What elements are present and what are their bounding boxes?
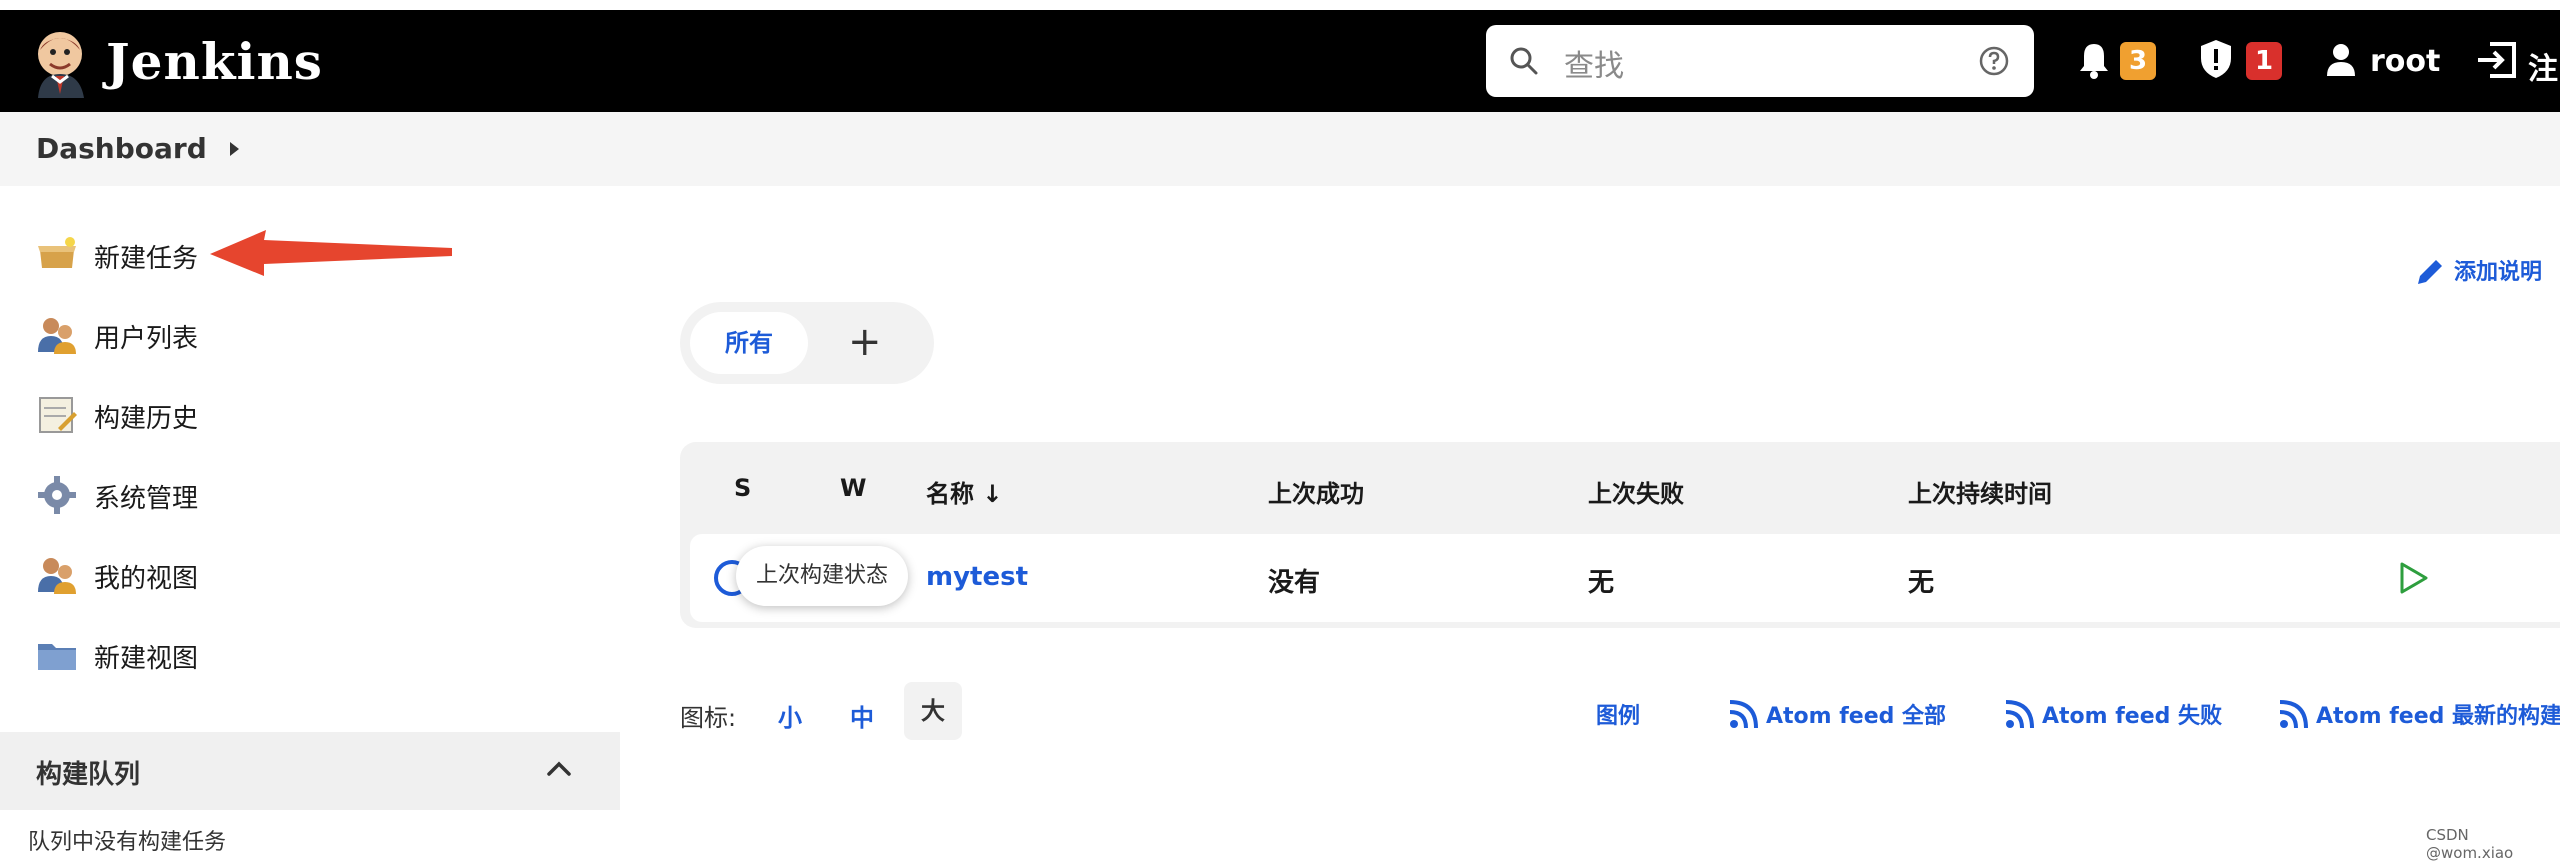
- atom-feed-all-label: Atom feed 全部: [1766, 704, 1947, 729]
- sidebar-item-label: 我的视图: [94, 564, 199, 594]
- security-count-badge[interactable]: 1: [2246, 42, 2282, 80]
- bell-icon[interactable]: [2076, 40, 2112, 80]
- top-strip: [0, 0, 2560, 10]
- tab-all[interactable]: 所有: [690, 312, 808, 374]
- search-input[interactable]: 查找: [1564, 41, 1624, 85]
- sidebar-item-label: 系统管理: [94, 484, 199, 514]
- logout-link[interactable]: 注: [2528, 44, 2558, 88]
- rss-icon: [1729, 700, 1758, 729]
- sidebar-item-label: 新建任务: [94, 244, 199, 274]
- folder-icon: [38, 644, 76, 670]
- sidebar-item-build-history[interactable]: 构建历史: [36, 386, 556, 446]
- legend-link[interactable]: 图例: [1596, 698, 1640, 730]
- sidebar-item-label: 新建视图: [94, 644, 199, 674]
- build-queue-title: 构建队列: [36, 760, 141, 790]
- user-name-link[interactable]: root: [2370, 44, 2440, 79]
- build-queue-header[interactable]: 构建队列: [0, 732, 620, 810]
- view-tabs: 所有 +: [680, 302, 934, 384]
- jenkins-logo-icon[interactable]: [30, 28, 92, 98]
- column-header-status[interactable]: S: [734, 474, 751, 502]
- breadcrumb-dropdown-icon[interactable]: [230, 142, 239, 156]
- breadcrumb-dashboard[interactable]: Dashboard: [36, 132, 207, 165]
- play-icon[interactable]: [2396, 560, 2430, 596]
- atom-feed-failed-label: Atom feed 失败: [2042, 704, 2223, 729]
- logout-icon[interactable]: [2476, 40, 2518, 80]
- column-header-weather[interactable]: W: [840, 474, 866, 502]
- table-row: 上次构建状态 mytest 没有 无 无: [690, 534, 2560, 622]
- new-item-icon: [38, 237, 76, 268]
- search-box[interactable]: 查找: [1486, 25, 2034, 97]
- icon-size-small[interactable]: 小: [778, 698, 802, 733]
- column-header-last-failure[interactable]: 上次失败: [1588, 474, 1684, 509]
- column-header-last-duration[interactable]: 上次持续时间: [1908, 474, 2052, 509]
- chevron-up-icon[interactable]: [545, 758, 573, 778]
- add-view-button[interactable]: +: [848, 316, 882, 368]
- cell-last-success: 没有: [1268, 568, 1321, 598]
- notepad-icon: [39, 397, 77, 433]
- search-icon: [1510, 47, 1538, 75]
- help-icon[interactable]: [1978, 45, 2010, 77]
- annotation-arrow: [210, 230, 452, 276]
- sidebar-item-label: 构建历史: [94, 404, 199, 434]
- column-header-last-success[interactable]: 上次成功: [1268, 474, 1364, 509]
- top-header: Jenkins 查找 3 1 root 注: [0, 10, 2560, 112]
- cell-last-failure: 无: [1588, 568, 1615, 598]
- watermark: CSDN @wom.xiao: [2426, 826, 2514, 862]
- icon-size-label: 图标:: [680, 704, 737, 732]
- rss-icon: [2005, 700, 2034, 729]
- people-icon: [38, 318, 76, 354]
- build-queue-empty-text: 队列中没有构建任务: [28, 830, 227, 855]
- icon-size-medium[interactable]: 中: [850, 698, 874, 733]
- user-icon[interactable]: [2324, 42, 2358, 78]
- pencil-icon: [2418, 260, 2442, 284]
- notification-count-badge[interactable]: 3: [2120, 42, 2156, 80]
- atom-feed-latest-label: Atom feed 最新的构建: [2316, 704, 2560, 729]
- sidebar-item-my-views[interactable]: 我的视图: [36, 546, 556, 606]
- sidebar-item-label: 用户列表: [94, 324, 199, 354]
- sidebar-item-new-view[interactable]: 新建视图: [36, 626, 556, 686]
- jobs-table: S W 名称 ↓ 上次成功 上次失败 上次持续时间 上次构建状态 mytest …: [680, 442, 2560, 628]
- gear-icon: [38, 476, 76, 514]
- add-description-label: 添加说明: [2454, 260, 2543, 285]
- sidebar-item-people[interactable]: 用户列表: [36, 306, 556, 366]
- shield-icon[interactable]: [2198, 38, 2234, 80]
- people-icon: [38, 558, 76, 594]
- column-header-name[interactable]: 名称 ↓: [926, 474, 1002, 509]
- brand-name[interactable]: Jenkins: [106, 32, 323, 91]
- rss-icon: [2279, 700, 2308, 729]
- breadcrumb-bar: Dashboard: [0, 112, 2560, 186]
- cell-last-duration: 无: [1908, 568, 1935, 598]
- sidebar-item-manage[interactable]: 系统管理: [36, 466, 556, 526]
- icon-size-large[interactable]: 大: [904, 682, 962, 740]
- job-link[interactable]: mytest: [926, 562, 1028, 592]
- status-tooltip: 上次构建状态: [736, 546, 909, 606]
